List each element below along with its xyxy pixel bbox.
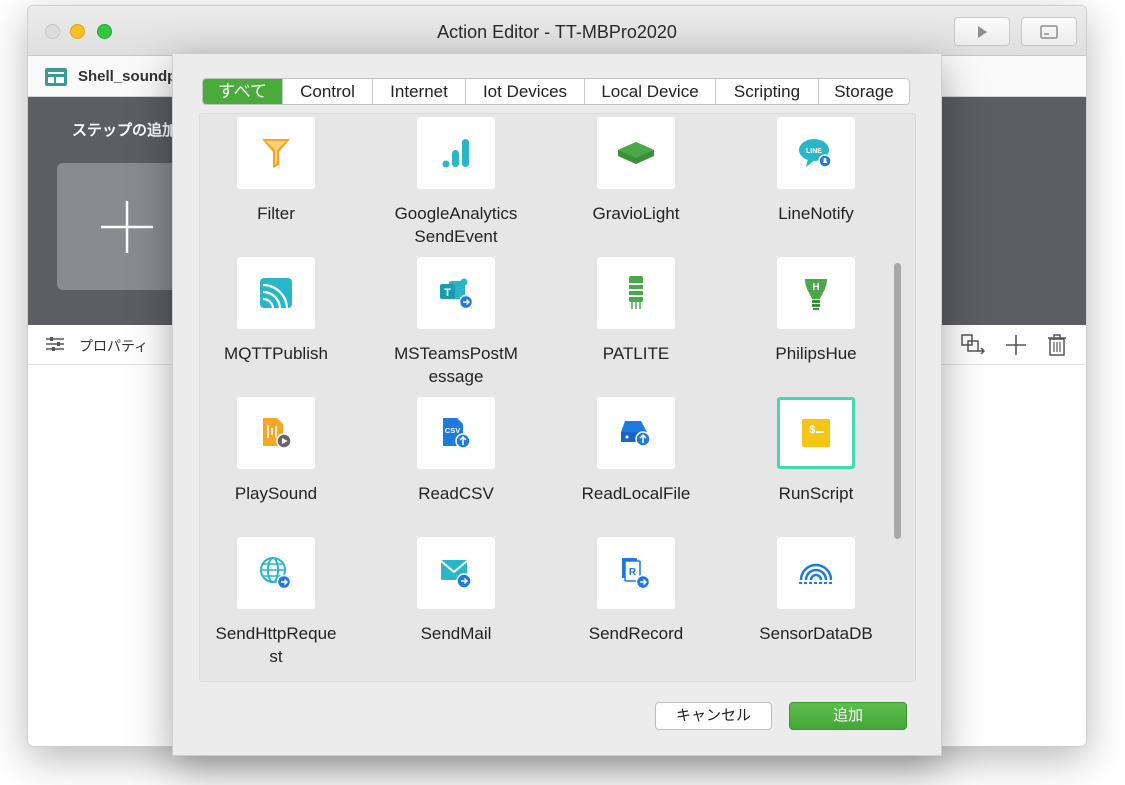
tab-storage[interactable]: Storage bbox=[819, 79, 909, 104]
gravio-light-icon bbox=[618, 142, 654, 164]
action-tile[interactable]: $ bbox=[777, 397, 855, 469]
properties-label: プロパティ bbox=[79, 338, 149, 354]
svg-text:H: H bbox=[812, 282, 819, 293]
document-tab[interactable]: Shell_soundp bbox=[78, 68, 176, 85]
category-tabs: すべて Control Internet Iot Devices Local D… bbox=[202, 78, 910, 105]
analytics-icon bbox=[442, 139, 469, 168]
add-step-label: ステップの追加 bbox=[72, 122, 178, 139]
tab-control[interactable]: Control bbox=[283, 79, 373, 104]
console-button[interactable] bbox=[1021, 17, 1077, 46]
read-local-file-icon bbox=[621, 421, 651, 447]
copy-step-icon[interactable] bbox=[960, 333, 986, 359]
cancel-button[interactable]: キャンセル bbox=[655, 702, 772, 730]
plus-icon[interactable] bbox=[1004, 333, 1028, 357]
line-notify-icon: LINE bbox=[799, 139, 832, 168]
title-bar: Action Editor - TT-MBPro2020 bbox=[28, 6, 1086, 56]
action-tile[interactable] bbox=[777, 537, 855, 609]
layout-icon bbox=[45, 68, 67, 86]
action-tile[interactable]: T bbox=[417, 257, 495, 329]
tab-local-device[interactable]: Local Device bbox=[585, 79, 716, 104]
scrollbar[interactable] bbox=[892, 113, 904, 680]
action-item-linenotify[interactable]: LINE LineNotify bbox=[736, 117, 896, 225]
action-item-philipshue[interactable]: H PhilipsHue bbox=[736, 257, 896, 365]
action-item-sendrecord[interactable]: R SendRecord bbox=[556, 537, 716, 645]
plus-icon bbox=[101, 200, 153, 253]
add-action-dialog: すべて Control Internet Iot Devices Local D… bbox=[172, 54, 942, 756]
read-csv-icon: CSV bbox=[443, 418, 471, 449]
svg-text:R: R bbox=[629, 567, 637, 578]
action-item-readcsv[interactable]: CSV ReadCSV bbox=[376, 397, 536, 505]
philips-hue-icon: H bbox=[805, 279, 827, 310]
mqtt-icon bbox=[260, 278, 292, 309]
action-tile[interactable] bbox=[597, 397, 675, 469]
action-item-googleanalytics-sendevent[interactable]: GoogleAnalytics SendEvent bbox=[376, 117, 536, 248]
tab-internet[interactable]: Internet bbox=[373, 79, 466, 104]
svg-text:LINE: LINE bbox=[806, 148, 822, 155]
trash-icon[interactable] bbox=[1046, 333, 1068, 357]
run-button[interactable] bbox=[954, 17, 1010, 46]
action-item-graviolight[interactable]: GravioLight bbox=[556, 117, 716, 225]
action-tile[interactable] bbox=[237, 537, 315, 609]
action-item-runscript[interactable]: $ RunScript bbox=[736, 397, 896, 505]
console-icon bbox=[1040, 24, 1058, 39]
scrollbar-thumb[interactable] bbox=[894, 263, 901, 539]
svg-text:CSV: CSV bbox=[445, 426, 460, 435]
play-sound-icon bbox=[263, 418, 292, 449]
action-grid: Filter GoogleAnalytics SendEvent GravioL… bbox=[199, 113, 916, 682]
mail-icon bbox=[440, 560, 472, 589]
action-item-sendhttprequest[interactable]: SendHttpReque st bbox=[200, 537, 356, 668]
tab-iot-devices[interactable]: Iot Devices bbox=[466, 79, 585, 104]
filter-icon bbox=[262, 139, 290, 168]
action-item-filter[interactable]: Filter bbox=[200, 117, 356, 225]
sensor-db-icon bbox=[799, 563, 833, 584]
ms-teams-icon: T bbox=[440, 278, 474, 310]
add-button[interactable]: 追加 bbox=[789, 702, 907, 730]
send-record-icon: R bbox=[622, 558, 651, 590]
window-title: Action Editor - TT-MBPro2020 bbox=[437, 22, 677, 42]
action-tile[interactable] bbox=[597, 117, 675, 189]
action-tile[interactable] bbox=[417, 117, 495, 189]
action-item-mqttpublish[interactable]: MQTTPublish bbox=[200, 257, 356, 365]
tab-scripting[interactable]: Scripting bbox=[716, 79, 819, 104]
globe-icon bbox=[260, 557, 292, 590]
svg-text:$: $ bbox=[809, 425, 816, 437]
action-tile[interactable] bbox=[597, 257, 675, 329]
action-tile[interactable] bbox=[417, 537, 495, 609]
action-item-msteamspostmessage[interactable]: T MSTeamsPostM essage bbox=[376, 257, 536, 388]
patlite-icon bbox=[629, 276, 643, 309]
action-tile[interactable] bbox=[237, 397, 315, 469]
action-tile[interactable]: CSV bbox=[417, 397, 495, 469]
action-tile[interactable] bbox=[237, 117, 315, 189]
settings-sliders-icon bbox=[46, 337, 64, 351]
action-item-playsound[interactable]: PlaySound bbox=[200, 397, 356, 505]
run-script-icon: $ bbox=[802, 419, 830, 447]
action-tile[interactable]: H bbox=[777, 257, 855, 329]
action-tile[interactable]: LINE bbox=[777, 117, 855, 189]
tab-all[interactable]: すべて bbox=[203, 79, 283, 104]
action-tile[interactable]: R bbox=[597, 537, 675, 609]
action-item-sensordatadb[interactable]: SensorDataDB bbox=[736, 537, 896, 645]
action-item-readlocalfile[interactable]: ReadLocalFile bbox=[556, 397, 716, 505]
play-icon bbox=[978, 25, 987, 38]
action-item-patlite[interactable]: PATLITE bbox=[556, 257, 716, 365]
action-tile[interactable] bbox=[237, 257, 315, 329]
action-item-sendmail[interactable]: SendMail bbox=[376, 537, 536, 645]
svg-text:T: T bbox=[444, 287, 451, 299]
